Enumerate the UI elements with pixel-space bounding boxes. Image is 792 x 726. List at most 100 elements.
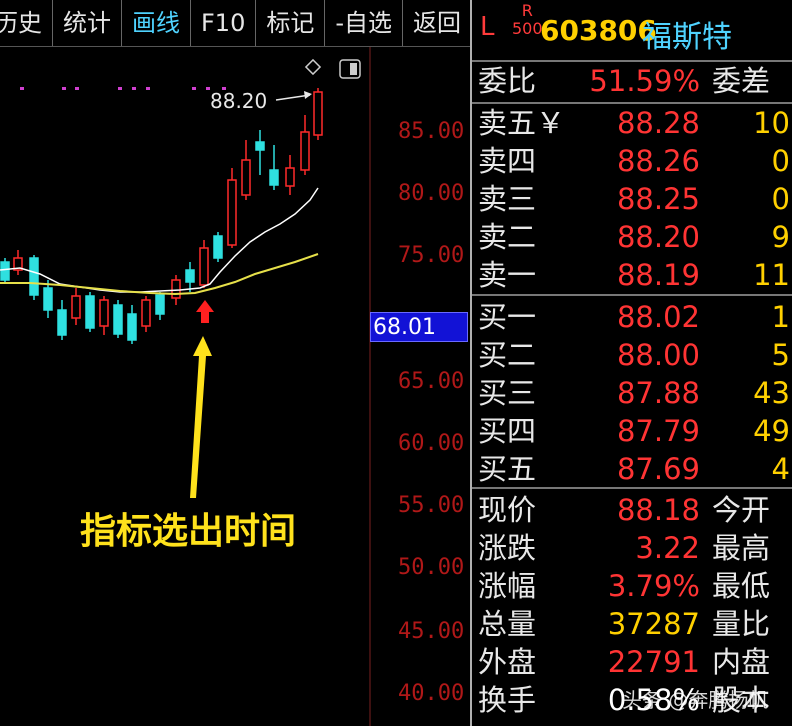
ask-row: 卖三 88.25 0 <box>472 180 792 218</box>
stat-value: 88.18 <box>616 493 700 527</box>
stat-label: 涨幅 <box>478 569 537 603</box>
ask-price: 88.28 <box>616 106 700 140</box>
price-axis-label: 50.00 <box>398 555 464 580</box>
stat-row: 现价 88.18 今开 <box>472 491 792 529</box>
candle-up <box>99 299 109 327</box>
candles-group <box>0 88 323 344</box>
ask-price: 88.26 <box>616 144 700 178</box>
tab-history[interactable]: 历史 <box>0 0 53 46</box>
candle-up <box>71 295 81 319</box>
bid-price: 88.00 <box>616 338 700 372</box>
stat-row: 总量 37287 量比 <box>472 605 792 643</box>
candle-up <box>141 299 151 327</box>
stat-row: 外盘 22791 内盘 <box>472 643 792 681</box>
stat-value: 37287 <box>607 607 700 641</box>
price-axis-label: 45.00 <box>398 619 464 644</box>
weibi-row: 委比 51.59% 委差 <box>472 62 792 100</box>
bid-qty: 43 <box>753 376 790 410</box>
stat-label2: 内盘 <box>712 645 771 679</box>
dotted-reference-line <box>20 87 226 90</box>
price-axis-label: 65.00 <box>398 369 464 394</box>
stat-row: 涨幅 3.79% 最低 <box>472 567 792 605</box>
tab-draw-line[interactable]: 画线 <box>122 0 191 46</box>
stat-label2: 今开 <box>712 493 771 527</box>
candle-down <box>85 295 95 329</box>
ask-qty: 9 <box>771 220 790 254</box>
high-pointer-arrow <box>304 91 312 99</box>
stat-label: 现价 <box>478 493 537 527</box>
stat-value: 3.79% <box>607 569 700 603</box>
tab-watchlist-remove[interactable]: -自选 <box>325 0 404 46</box>
stat-label2: 量比 <box>712 607 771 641</box>
ask-qty: 0 <box>771 182 790 216</box>
ask-label: 卖二 <box>478 220 537 254</box>
bid-qty: 4 <box>771 452 790 486</box>
tab-mark[interactable]: 标记 <box>256 0 326 46</box>
ma-short-line <box>0 187 319 293</box>
bid-price: 88.02 <box>616 300 700 334</box>
diamond-icon[interactable] <box>304 58 322 76</box>
candle-down <box>113 304 123 335</box>
bid-row: 买三 87.88 43 <box>472 374 792 412</box>
candle-up <box>313 91 323 136</box>
buy-signal-icon <box>196 300 214 323</box>
price-axis-label: 75.00 <box>398 243 464 268</box>
candle-up <box>171 279 181 299</box>
ask-qty: 10 <box>753 106 790 140</box>
bid-label: 买五 <box>478 452 537 486</box>
candle-up <box>300 131 310 171</box>
stat-label2: 最低 <box>712 569 771 603</box>
price-axis-label: 60.00 <box>398 431 464 456</box>
ask-label: 卖三 <box>478 182 537 216</box>
stat-label: 总量 <box>478 607 537 641</box>
tab-statistics[interactable]: 统计 <box>53 0 122 46</box>
candle-down <box>127 313 137 341</box>
candle-up <box>199 247 209 286</box>
tab-f10[interactable]: F10 <box>191 0 257 46</box>
bid-label: 买二 <box>478 338 537 372</box>
candle-up <box>241 159 251 196</box>
price-axis-label: 40.00 <box>398 681 464 706</box>
candle-down <box>269 169 279 186</box>
bid-label: 买三 <box>478 376 537 410</box>
bid-row: 买一 88.02 1 <box>472 298 792 336</box>
bid-row: 买四 87.79 49 <box>472 412 792 450</box>
quote-panel: L R 500 603806 福斯特 委比 51.59% 委差 卖五￥ 88.28… <box>470 0 792 726</box>
ask-row: 卖四 88.26 0 <box>472 142 792 180</box>
chart-toolbar: 历史 统计 画线 F10 标记 -自选 返回 <box>0 0 473 47</box>
ask-row: 卖一 88.19 11 <box>472 256 792 294</box>
tab-back[interactable]: 返回 <box>403 0 473 46</box>
ask-row: 卖五￥ 88.28 10 <box>472 104 792 142</box>
annotation-arrow <box>190 336 212 498</box>
candle-down <box>29 257 39 296</box>
ask-qty: 11 <box>753 258 790 292</box>
ask-label: 卖五￥ <box>478 106 566 140</box>
bid-qty: 1 <box>771 300 790 334</box>
rank-badge: R 500 <box>512 2 543 38</box>
panel-toggle-icon[interactable] <box>339 59 361 79</box>
candle-down <box>255 141 265 151</box>
stat-label: 换手 <box>478 683 537 717</box>
candle-down <box>57 309 67 336</box>
weibi-value: 51.59% <box>589 64 700 98</box>
stat-label: 外盘 <box>478 645 537 679</box>
ask-row: 卖二 88.20 9 <box>472 218 792 256</box>
bid-qty: 5 <box>771 338 790 372</box>
ask-price: 88.19 <box>616 258 700 292</box>
bid-qty: 49 <box>753 414 790 448</box>
candle-down <box>213 235 223 259</box>
price-axis-label: 80.00 <box>398 181 464 206</box>
bid-price: 87.69 <box>616 452 700 486</box>
quote-header: L R 500 603806 福斯特 <box>472 0 792 58</box>
candle-down <box>155 294 165 315</box>
price-axis-label: 85.00 <box>398 119 464 144</box>
candle-down <box>43 287 53 311</box>
divider <box>472 294 792 296</box>
rank-badge-top: R <box>521 1 533 20</box>
candle-down <box>185 269 195 283</box>
stock-name[interactable]: 福斯特 <box>642 12 732 56</box>
stat-value: 22791 <box>607 645 700 679</box>
candlestick-chart[interactable]: 88.20 85.00 80.00 75.00 65.00 60.00 55.00 50.0… <box>0 47 470 726</box>
stock-code: 603806 <box>540 14 657 47</box>
candle-up <box>227 179 237 246</box>
